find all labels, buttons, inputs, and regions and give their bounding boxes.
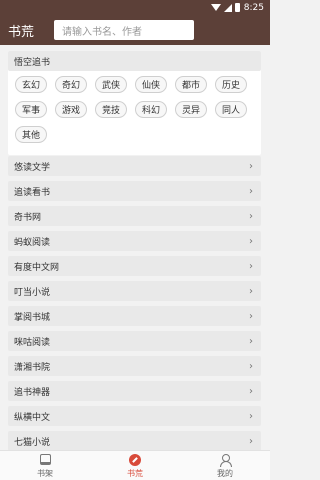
source-row[interactable]: 潇湘书院 › — [8, 356, 261, 376]
source-label: 叮当小说 — [14, 287, 51, 298]
tag-chip[interactable]: 其他 — [15, 126, 47, 143]
source-label: 纵横中文 — [14, 412, 51, 423]
tab-bookshelf[interactable]: 书架 — [0, 451, 90, 480]
source-row[interactable]: 蚂蚁阅读 › — [8, 231, 261, 251]
source-label: 掌阅书城 — [14, 312, 51, 323]
source-row[interactable]: 叮当小说 › — [8, 281, 261, 301]
bookshelf-icon — [38, 453, 52, 467]
featured-header[interactable]: 悟空追书 — [8, 51, 261, 71]
chevron-right-icon: › — [249, 160, 253, 172]
source-label: 追书神器 — [14, 387, 51, 398]
tag-chip[interactable]: 灵异 — [175, 101, 207, 118]
chevron-right-icon: › — [249, 285, 253, 297]
source-row[interactable]: 纵横中文 › — [8, 406, 261, 426]
source-label: 奇书网 — [14, 212, 42, 223]
chevron-right-icon: › — [249, 335, 253, 347]
source-row[interactable]: 咪咕阅读 › — [8, 331, 261, 351]
wifi-icon — [210, 4, 221, 11]
featured-card: 悟空追书 玄幻 奇幻 武侠 仙侠 都市 历史 军事 游戏 竞技 科幻 灵异 同人… — [8, 51, 261, 155]
chevron-right-icon: › — [249, 385, 253, 397]
tag-chip[interactable]: 竞技 — [95, 101, 127, 118]
status-bar: 8:25 — [0, 0, 270, 15]
tag-chip[interactable]: 都市 — [175, 76, 207, 93]
source-label: 蚂蚁阅读 — [14, 237, 51, 248]
source-row[interactable]: 悠读文学 › — [8, 156, 261, 176]
source-label: 悠读文学 — [14, 162, 51, 173]
app-bar: 书荒 请输入书名、作者 — [0, 15, 270, 45]
chevron-right-icon: › — [249, 210, 253, 222]
source-row[interactable]: 七猫小说 › — [8, 431, 261, 450]
tab-label: 书架 — [37, 468, 53, 478]
chevron-right-icon: › — [249, 185, 253, 197]
tag-chip[interactable]: 历史 — [215, 76, 247, 93]
tag-chip[interactable]: 仙侠 — [135, 76, 167, 93]
chevron-right-icon: › — [249, 360, 253, 372]
source-label: 潇湘书院 — [14, 362, 51, 373]
tag-chip[interactable]: 玄幻 — [15, 76, 47, 93]
profile-icon — [218, 453, 232, 467]
page-title: 书荒 — [8, 24, 35, 40]
tag-chip[interactable]: 科幻 — [135, 101, 167, 118]
tag-list: 玄幻 奇幻 武侠 仙侠 都市 历史 军事 游戏 竞技 科幻 灵异 同人 其他 — [8, 71, 261, 151]
tag-chip[interactable]: 游戏 — [55, 101, 87, 118]
bottom-nav: 书架 书荒 我的 — [0, 450, 270, 480]
status-time: 8:25 — [243, 2, 264, 13]
chevron-right-icon: › — [249, 435, 253, 447]
chevron-right-icon: › — [249, 410, 253, 422]
source-row[interactable]: 掌阅书城 › — [8, 306, 261, 326]
tab-label: 书荒 — [127, 468, 143, 478]
source-label: 七猫小说 — [14, 437, 51, 448]
search-input[interactable]: 请输入书名、作者 — [54, 20, 194, 40]
tab-profile[interactable]: 我的 — [180, 451, 270, 480]
chevron-right-icon: › — [249, 310, 253, 322]
tab-label: 我的 — [217, 468, 233, 478]
chevron-right-icon: › — [249, 260, 253, 272]
chevron-right-icon: › — [249, 235, 253, 247]
signal-icon — [223, 3, 232, 12]
source-label: 追读看书 — [14, 187, 51, 198]
tag-chip[interactable]: 武侠 — [95, 76, 127, 93]
tab-discover[interactable]: 书荒 — [90, 451, 180, 480]
discover-icon — [128, 453, 142, 467]
tag-chip[interactable]: 军事 — [15, 101, 47, 118]
battery-icon — [234, 3, 240, 12]
source-label: 有度中文网 — [14, 262, 60, 273]
source-row[interactable]: 奇书网 › — [8, 206, 261, 226]
source-label: 咪咕阅读 — [14, 337, 51, 348]
tag-chip[interactable]: 同人 — [215, 101, 247, 118]
tag-chip[interactable]: 奇幻 — [55, 76, 87, 93]
source-row[interactable]: 追书神器 › — [8, 381, 261, 401]
source-row[interactable]: 追读看书 › — [8, 181, 261, 201]
source-row[interactable]: 有度中文网 › — [8, 256, 261, 276]
main-content: 悟空追书 玄幻 奇幻 武侠 仙侠 都市 历史 军事 游戏 竞技 科幻 灵异 同人… — [0, 45, 270, 450]
featured-title: 悟空追书 — [14, 57, 51, 68]
